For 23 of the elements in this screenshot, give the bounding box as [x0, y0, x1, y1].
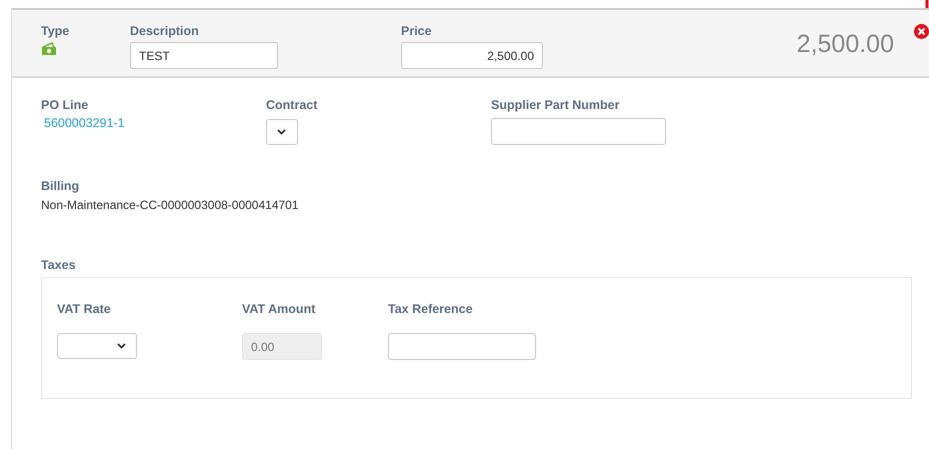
field-label: Contract	[266, 98, 318, 112]
field-label: Billing	[41, 179, 80, 193]
field-label: Tax Reference	[388, 302, 473, 316]
caret-icon	[277, 129, 286, 135]
money-icon	[41, 42, 57, 56]
field-label: PO Line	[41, 98, 88, 112]
supplier-part-number-field[interactable]	[491, 118, 666, 145]
vat-rate-dropdown[interactable]	[57, 333, 137, 359]
tax-reference-field[interactable]	[388, 333, 536, 360]
field-label: Type	[41, 24, 70, 38]
section-label: Taxes	[41, 258, 77, 272]
total-amount: 2,500.00	[796, 30, 894, 59]
price-field[interactable]: 2,500.00	[401, 42, 543, 69]
field-label: Description	[130, 24, 199, 38]
field-label: VAT Amount	[242, 302, 316, 316]
caret-icon	[117, 343, 126, 349]
contract-dropdown[interactable]	[266, 119, 298, 145]
close-icon[interactable]	[914, 24, 929, 39]
field-label: Price	[401, 24, 432, 38]
description-field[interactable]: TEST	[130, 42, 278, 69]
billing-value: Non-Maintenance-CC-0000003008-0000414701	[41, 198, 299, 212]
field-label: VAT Rate	[57, 302, 111, 316]
field-label: Supplier Part Number	[491, 98, 620, 112]
